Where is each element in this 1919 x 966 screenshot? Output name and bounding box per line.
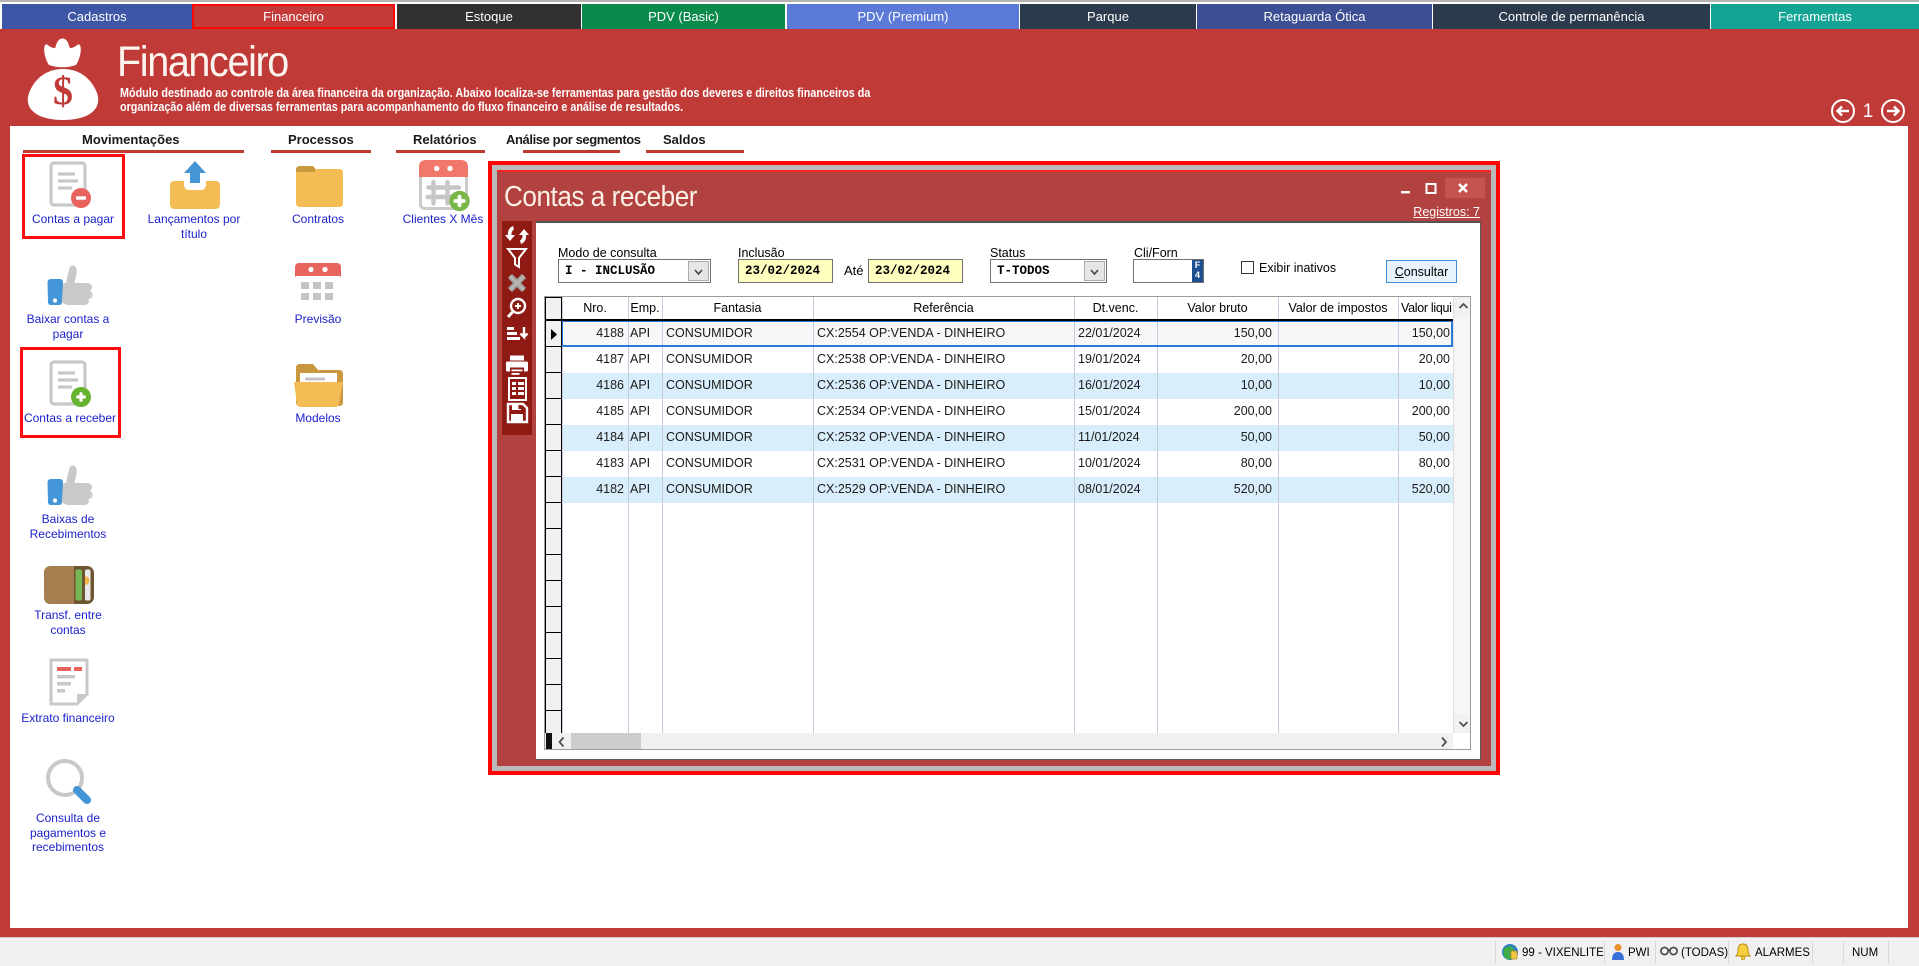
svg-text:1: 1: [1863, 101, 1874, 122]
svg-text:$: $: [53, 68, 73, 113]
